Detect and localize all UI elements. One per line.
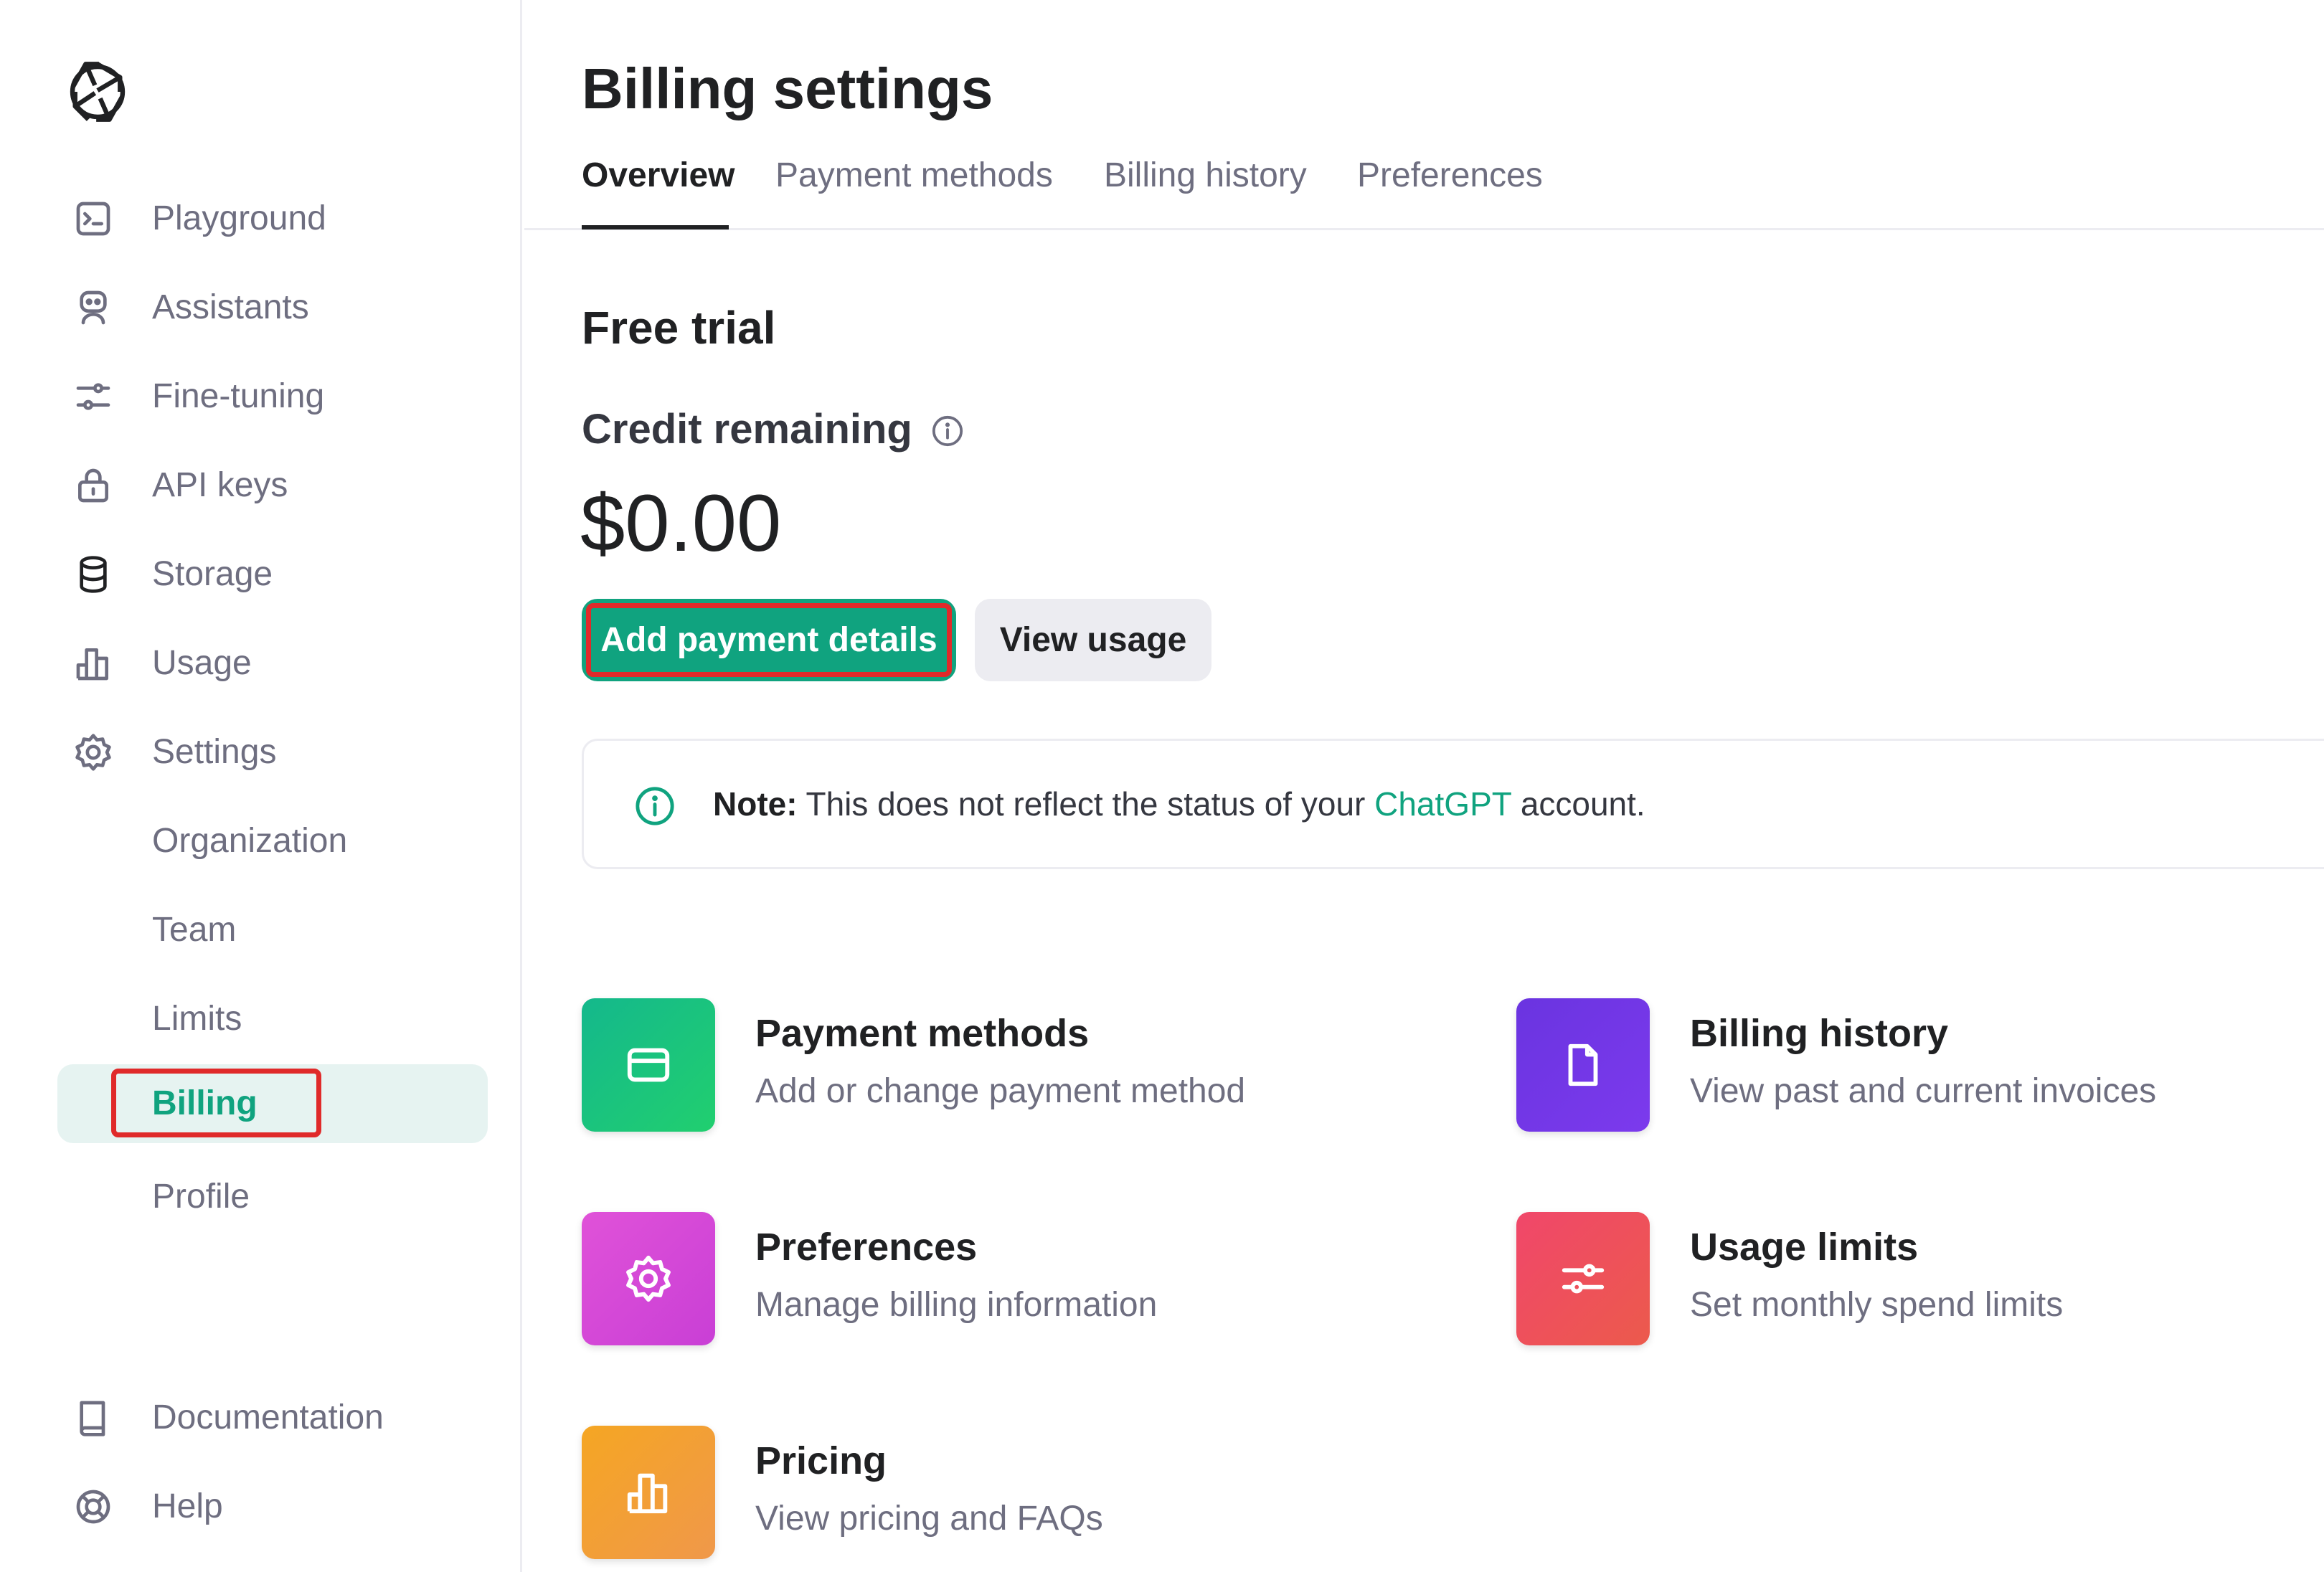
credit-card-icon	[627, 1048, 670, 1082]
credit-value: $0.00	[580, 478, 782, 568]
active-tab-indicator	[582, 225, 729, 229]
note-banner: Note: This does not reflect the status o…	[582, 739, 2324, 869]
tab-payment-methods[interactable]: Payment methods	[775, 147, 1053, 204]
sidebar-item-settings[interactable]: Settings	[57, 713, 488, 792]
credit-label: Credit remaining	[582, 406, 912, 453]
sidebar-item-label: Fine-tuning	[152, 377, 325, 415]
info-icon	[636, 787, 674, 825]
sidebar-item-label: Organization	[152, 822, 348, 860]
card-preferences[interactable]: Preferences Manage billing information	[582, 1212, 1442, 1348]
sidebar-item-storage[interactable]: Storage	[57, 535, 488, 614]
card-icon-tile	[1516, 998, 1650, 1132]
card-payment-methods[interactable]: Payment methods Add or change payment me…	[582, 998, 1442, 1135]
sidebar-item-label: Settings	[152, 733, 277, 771]
tab-overview[interactable]: Overview	[582, 147, 734, 204]
card-icon-tile	[1516, 1212, 1650, 1345]
sidebar-item-team[interactable]: Team	[57, 891, 488, 970]
lock-icon	[78, 468, 108, 503]
sidebar-item-help[interactable]: Help	[57, 1467, 488, 1546]
gear-icon	[75, 734, 111, 771]
info-icon[interactable]	[931, 415, 964, 448]
chatgpt-link[interactable]: ChatGPT	[1374, 785, 1511, 823]
book-icon	[80, 1401, 105, 1436]
page-title: Billing settings	[582, 57, 993, 120]
sidebar-item-label: Team	[152, 911, 237, 949]
card-title: Payment methods	[755, 1012, 1090, 1055]
sliders-icon	[76, 383, 110, 410]
card-description: View pricing and FAQs	[755, 1500, 1103, 1538]
sidebar-item-label: Storage	[152, 555, 273, 593]
tab-billing-history[interactable]: Billing history	[1104, 147, 1307, 204]
tab-divider	[524, 228, 2324, 230]
sidebar-item-label: Help	[152, 1487, 223, 1525]
card-icon-tile	[582, 998, 715, 1132]
sidebar-item-label: Documentation	[152, 1398, 384, 1436]
sidebar-item-documentation[interactable]: Documentation	[57, 1378, 488, 1457]
note-label: Note:	[713, 785, 798, 823]
sidebar-item-label: Profile	[152, 1178, 250, 1216]
note-body: This does not reflect the status of your	[806, 785, 1366, 823]
sidebar-item-organization[interactable]: Organization	[57, 802, 488, 881]
sidebar-item-usage[interactable]: Usage	[57, 624, 488, 703]
terminal-icon	[76, 202, 110, 236]
database-icon	[80, 556, 107, 593]
card-description: Add or change payment method	[755, 1072, 1246, 1110]
sidebar-item-fine-tuning[interactable]: Fine-tuning	[57, 357, 488, 436]
view-usage-button[interactable]: View usage	[975, 599, 1211, 681]
card-icon-tile	[582, 1212, 715, 1345]
sidebar-item-label: API keys	[152, 466, 288, 504]
section-title: Free trial	[582, 302, 776, 354]
sidebar: Playground Assistants Fine-tuning API ke…	[0, 0, 522, 1572]
sidebar-item-label: Playground	[152, 199, 326, 237]
card-pricing[interactable]: Pricing View pricing and FAQs	[582, 1426, 1442, 1562]
document-icon	[1568, 1043, 1598, 1086]
sidebar-item-api-keys[interactable]: API keys	[57, 446, 488, 525]
card-usage-limits[interactable]: Usage limits Set monthly spend limits	[1516, 1212, 2324, 1348]
tab-preferences[interactable]: Preferences	[1357, 147, 1543, 204]
sidebar-item-label: Usage	[152, 644, 252, 682]
lifebuoy-icon	[76, 1490, 110, 1524]
bar-chart-icon	[627, 1473, 668, 1514]
openai-logo-icon[interactable]	[65, 59, 131, 125]
note-body-end: account.	[1520, 785, 1645, 823]
main-content: Billing settings Overview Payment method…	[524, 0, 2324, 1572]
card-description: Set monthly spend limits	[1690, 1286, 2064, 1324]
card-description: Manage billing information	[755, 1286, 1158, 1324]
sidebar-item-limits[interactable]: Limits	[57, 980, 488, 1059]
card-title: Preferences	[755, 1226, 978, 1269]
card-billing-history[interactable]: Billing history View past and current in…	[1516, 998, 2324, 1135]
gear-icon	[626, 1255, 671, 1302]
bar-chart-icon	[76, 648, 109, 681]
add-payment-details-button[interactable]: Add payment details	[582, 599, 956, 681]
card-title: Usage limits	[1690, 1226, 1919, 1269]
sidebar-item-billing[interactable]: Billing	[57, 1064, 488, 1143]
note-text: Note: This does not reflect the status o…	[713, 741, 1645, 867]
sidebar-item-label: Limits	[152, 1000, 242, 1038]
robot-icon	[80, 290, 107, 325]
sliders-icon	[1562, 1264, 1605, 1294]
sidebar-item-label: Assistants	[152, 288, 309, 326]
card-title: Pricing	[755, 1439, 887, 1482]
card-description: View past and current invoices	[1690, 1072, 2157, 1110]
card-title: Billing history	[1690, 1012, 1949, 1055]
sidebar-item-label: Billing	[152, 1084, 258, 1122]
card-icon-tile	[582, 1426, 715, 1559]
sidebar-item-assistants[interactable]: Assistants	[57, 268, 488, 347]
sidebar-item-profile[interactable]: Profile	[57, 1157, 488, 1236]
sidebar-item-playground[interactable]: Playground	[57, 179, 488, 258]
tab-bar: Overview Payment methods Billing history…	[582, 147, 2324, 229]
